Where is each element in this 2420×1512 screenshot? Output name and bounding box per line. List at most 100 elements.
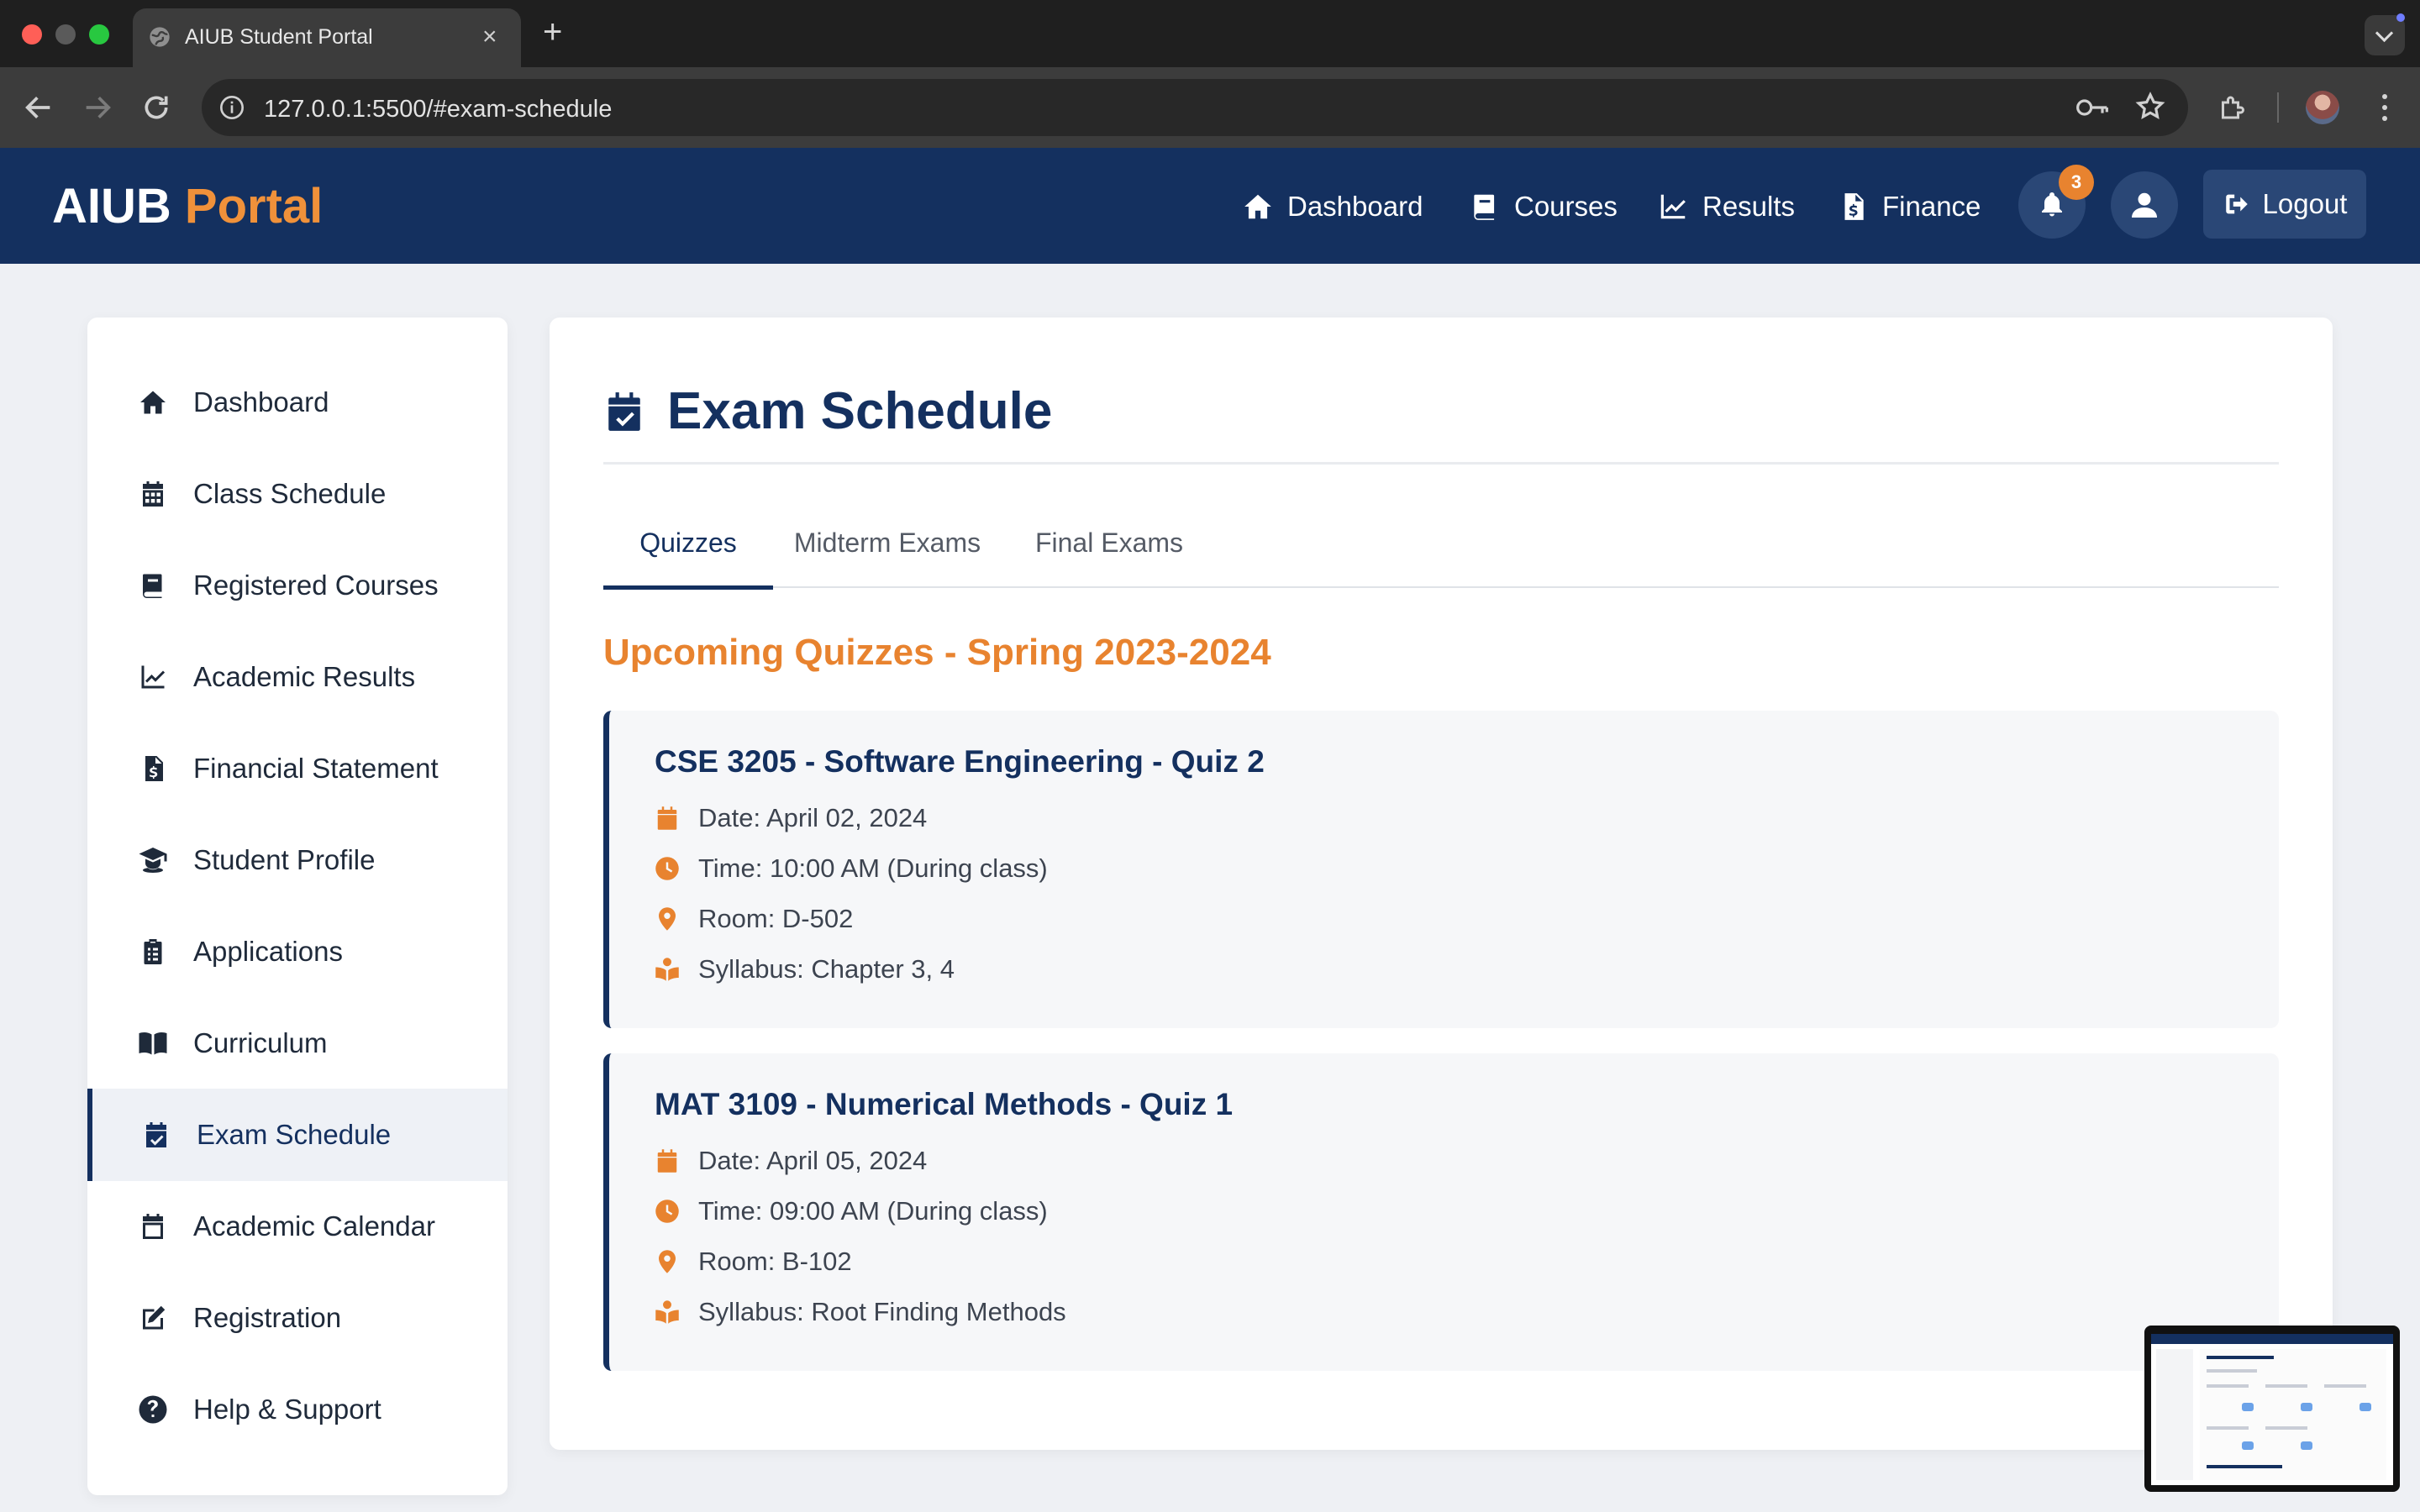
sidebar-item-class-schedule[interactable]: Class Schedule bbox=[87, 448, 508, 540]
quiz-title: MAT 3109 - Numerical Methods - Quiz 1 bbox=[655, 1087, 1234, 1121]
sidebar-item-exam-schedule[interactable]: Exam Schedule bbox=[87, 1089, 508, 1181]
sidebar-item-student-profile[interactable]: Student Profile bbox=[87, 814, 508, 906]
sidebar-item-dashboard[interactable]: Dashboard bbox=[87, 356, 508, 449]
close-window-button[interactable] bbox=[22, 24, 42, 45]
sidebar-item-help-support[interactable]: Help & Support bbox=[87, 1363, 508, 1456]
screenshot-thumbnail[interactable] bbox=[2144, 1326, 2400, 1492]
book-reader-icon bbox=[655, 1300, 679, 1324]
sidebar-item-label: Student Profile bbox=[193, 844, 376, 875]
thumbnail-line bbox=[2207, 1356, 2274, 1359]
logout-button[interactable]: Logout bbox=[2203, 170, 2366, 239]
topnav-label: Results bbox=[1702, 191, 1796, 222]
sidebar-item-registered-courses[interactable]: Registered Courses bbox=[87, 539, 508, 632]
sidebar-item-academic-calendar[interactable]: Academic Calendar bbox=[87, 1180, 508, 1273]
thumbnail-chip bbox=[2301, 1403, 2312, 1411]
profile-avatar[interactable] bbox=[2306, 91, 2339, 124]
notification-dot bbox=[2396, 13, 2405, 22]
tab-final-exams[interactable]: Final Exams bbox=[1025, 524, 1193, 588]
browser-tab-bar: AIUB Student Portal × + bbox=[0, 0, 2420, 67]
brand-logo[interactable]: AIUB Portal bbox=[52, 178, 323, 234]
browser-menu-icon[interactable] bbox=[2371, 91, 2396, 124]
sidebar-item-label: Exam Schedule bbox=[197, 1119, 392, 1150]
sidebar-item-label: Help & Support bbox=[193, 1394, 381, 1425]
topnav-label: Finance bbox=[1882, 191, 1981, 222]
thumbnail-line bbox=[2207, 1465, 2282, 1468]
sidebar-item-label: Registered Courses bbox=[193, 570, 439, 601]
book-open-icon bbox=[139, 1032, 167, 1055]
sidebar-item-label: Dashboard bbox=[193, 386, 329, 417]
calendar-grid-icon bbox=[143, 481, 163, 507]
profile-button[interactable] bbox=[2111, 171, 2178, 239]
tab-search-button[interactable] bbox=[2365, 13, 2405, 55]
sidebar-item-financial-statement[interactable]: Financial Statement bbox=[87, 722, 508, 815]
password-key-icon[interactable] bbox=[2075, 94, 2109, 121]
graduate-icon bbox=[139, 848, 167, 873]
logout-label: Logout bbox=[2262, 188, 2348, 219]
book-reader-icon bbox=[655, 958, 679, 981]
thumbnail-main bbox=[2200, 1349, 2386, 1480]
quiz-time-text: Time: 09:00 AM (During class) bbox=[698, 1196, 1048, 1226]
address-bar[interactable]: 127.0.0.1:5500/#exam-schedule bbox=[202, 79, 2188, 136]
sidebar-item-applications[interactable]: Applications bbox=[87, 906, 508, 998]
quiz-syllabus: Syllabus: Root Finding Methods bbox=[655, 1297, 1066, 1327]
sidebar: Dashboard Class Schedule Registered Cour… bbox=[87, 318, 508, 1495]
thumbnail-line bbox=[2207, 1369, 2257, 1373]
app-header: AIUB Portal Dashboard Courses Results Fi… bbox=[0, 148, 2420, 264]
maximize-window-button[interactable] bbox=[89, 24, 109, 45]
reload-icon[interactable] bbox=[139, 91, 173, 124]
quiz-syllabus-text: Syllabus: Chapter 3, 4 bbox=[698, 954, 955, 984]
sidebar-item-academic-results[interactable]: Academic Results bbox=[87, 631, 508, 723]
thumbnail-line bbox=[2207, 1384, 2249, 1388]
quiz-syllabus: Syllabus: Chapter 3, 4 bbox=[655, 954, 955, 984]
tab-title: AIUB Student Portal bbox=[185, 25, 373, 49]
topnav-finance[interactable]: Finance bbox=[1837, 188, 1981, 225]
quiz-date: Date: April 02, 2024 bbox=[655, 803, 927, 833]
quiz-date-text: Date: April 05, 2024 bbox=[698, 1146, 928, 1175]
sidebar-item-label: Applications bbox=[193, 936, 343, 967]
home-icon bbox=[1244, 194, 1271, 219]
thumbnail-chip bbox=[2242, 1441, 2254, 1450]
calendar-icon bbox=[657, 1149, 677, 1173]
brand-name: AIUB bbox=[52, 179, 171, 234]
notification-count-badge: 3 bbox=[2059, 165, 2094, 200]
globe-icon bbox=[150, 27, 170, 47]
tab-close-icon[interactable]: × bbox=[482, 23, 497, 51]
topnav-label: Courses bbox=[1514, 191, 1618, 222]
url-text[interactable]: 127.0.0.1:5500/#exam-schedule bbox=[264, 96, 612, 123]
tab-quizzes[interactable]: Quizzes bbox=[603, 524, 773, 590]
sidebar-item-curriculum[interactable]: Curriculum bbox=[87, 997, 508, 1089]
sidebar-item-label: Registration bbox=[193, 1302, 342, 1333]
calendar-check-icon bbox=[608, 391, 640, 431]
map-pin-icon bbox=[659, 1250, 676, 1273]
site-info-icon[interactable] bbox=[218, 94, 245, 121]
clock-icon bbox=[655, 1200, 679, 1223]
forward-arrow-icon[interactable] bbox=[81, 91, 114, 124]
section-title: Upcoming Quizzes - Spring 2023-2024 bbox=[603, 632, 1271, 673]
minimize-window-button[interactable] bbox=[55, 24, 76, 45]
tab-midterm-exams[interactable]: Midterm Exams bbox=[786, 524, 988, 588]
page-header: Exam Schedule bbox=[603, 381, 1052, 441]
sidebar-item-registration[interactable]: Registration bbox=[87, 1272, 508, 1364]
chart-line-icon bbox=[141, 665, 166, 689]
invoice-dollar-icon bbox=[1844, 193, 1864, 220]
bookmark-star-icon[interactable] bbox=[2134, 91, 2166, 123]
book-icon bbox=[143, 574, 162, 598]
browser-tab[interactable]: AIUB Student Portal × bbox=[133, 8, 521, 67]
topnav-results[interactable]: Results bbox=[1657, 188, 1795, 225]
quiz-time: Time: 09:00 AM (During class) bbox=[655, 1196, 1048, 1226]
thumbnail-chip bbox=[2301, 1441, 2312, 1450]
topnav-dashboard[interactable]: Dashboard bbox=[1242, 188, 1423, 225]
extensions-puzzle-icon[interactable] bbox=[2217, 92, 2247, 123]
back-arrow-icon[interactable] bbox=[22, 91, 55, 124]
quiz-time: Time: 10:00 AM (During class) bbox=[655, 853, 1048, 884]
topnav-courses[interactable]: Courses bbox=[1469, 188, 1618, 225]
question-circle-icon bbox=[139, 1395, 167, 1424]
new-tab-button[interactable]: + bbox=[543, 13, 562, 51]
thumbnail-sidebar bbox=[2156, 1349, 2193, 1480]
bell-icon bbox=[2042, 192, 2062, 217]
quiz-time-text: Time: 10:00 AM (During class) bbox=[698, 853, 1048, 883]
page-title: Exam Schedule bbox=[667, 382, 1053, 440]
thumbnail-chip bbox=[2360, 1403, 2371, 1411]
book-icon bbox=[1474, 194, 1495, 220]
quiz-room: Room: B-102 bbox=[655, 1247, 852, 1277]
